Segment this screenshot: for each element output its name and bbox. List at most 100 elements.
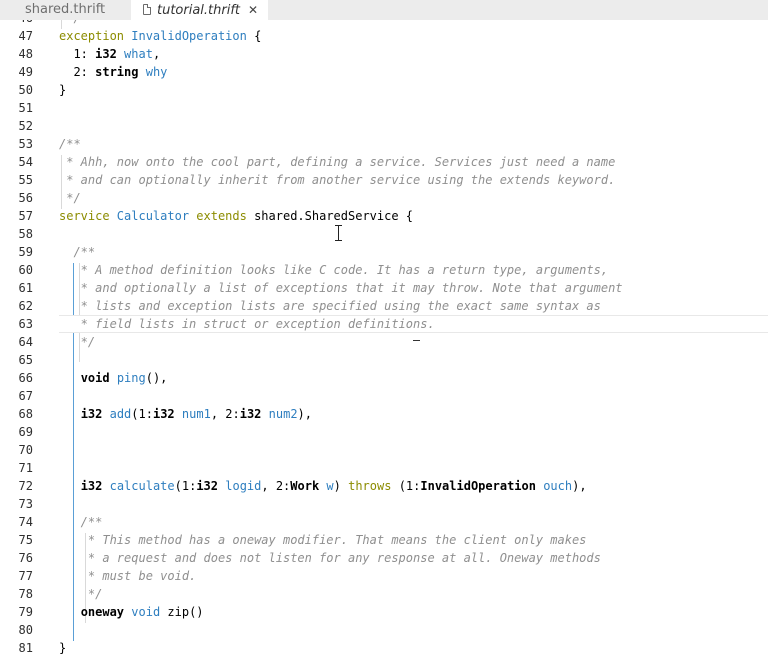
code-token: void bbox=[80, 371, 110, 385]
code-token: why bbox=[145, 65, 168, 79]
code-line[interactable]: 49 2: string why bbox=[0, 63, 768, 81]
code-token: i32 bbox=[95, 47, 117, 61]
code-token: shared.SharedService { bbox=[254, 209, 414, 223]
line-number: 63 bbox=[18, 317, 33, 331]
line-number: 46 bbox=[0, 20, 33, 27]
code-line[interactable]: 55 * and can optionally inherit from ano… bbox=[0, 171, 768, 189]
line-number: 57 bbox=[18, 209, 33, 223]
code-text: } bbox=[59, 81, 66, 99]
code-line[interactable]: 76 * a request and does not listen for a… bbox=[0, 549, 768, 567]
code-line[interactable]: 57 service Calculator extends shared.Shar… bbox=[0, 207, 768, 225]
code-token: */ bbox=[59, 20, 80, 25]
code-token: * must be void. bbox=[59, 569, 197, 583]
line-number: 67 bbox=[18, 389, 33, 403]
code-line[interactable]: 79 oneway void zip() bbox=[0, 603, 768, 621]
code-line[interactable]: 58 bbox=[0, 225, 768, 243]
code-text: oneway void zip() bbox=[59, 603, 204, 621]
code-token: */ bbox=[59, 191, 81, 205]
code-token: * A method definition looks like C code.… bbox=[59, 263, 609, 277]
code-token: * lists and exception lists are specifie… bbox=[59, 299, 601, 313]
code-token: /** bbox=[59, 137, 81, 151]
text-caret bbox=[413, 340, 420, 341]
code-line[interactable]: 81} bbox=[0, 639, 768, 657]
code-text: * a request and does not listen for any … bbox=[59, 549, 601, 567]
code-text: } bbox=[59, 639, 66, 657]
code-line[interactable]: 71 bbox=[0, 459, 768, 477]
code-token: 1: bbox=[59, 47, 96, 61]
code-line[interactable]: 53 /** bbox=[0, 135, 768, 153]
line-number: 47 bbox=[18, 29, 33, 43]
code-line[interactable]: 48 1: i32 what, bbox=[0, 45, 768, 63]
code-line[interactable]: 77 * must be void. bbox=[0, 567, 768, 585]
code-line[interactable]: 60 * A method definition looks like C co… bbox=[0, 261, 768, 279]
code-text: exception InvalidOperation { bbox=[59, 27, 261, 45]
code-token: Work bbox=[290, 479, 320, 493]
tab-tutorial-thrift[interactable]: tutorial.thrift ✕ bbox=[131, 0, 268, 20]
code-token: num2 bbox=[268, 407, 298, 421]
code-line[interactable]: 78 */ bbox=[0, 585, 768, 603]
code-line[interactable]: 69 bbox=[0, 423, 768, 441]
code-line[interactable]: 70 bbox=[0, 441, 768, 459]
code-text: /** bbox=[59, 135, 81, 153]
code-line[interactable]: 65 bbox=[0, 351, 768, 369]
tab-shared-thrift[interactable]: shared.thrift bbox=[0, 0, 131, 20]
code-line[interactable]: 50} bbox=[0, 81, 768, 99]
close-icon[interactable]: ✕ bbox=[248, 0, 258, 20]
code-token: extends bbox=[189, 209, 255, 223]
code-line[interactable]: 63 * field lists in struct or exception … bbox=[0, 315, 768, 333]
code-text: i32 calculate(1:i32 logid, 2:Work w) thr… bbox=[59, 477, 587, 495]
code-token: throws bbox=[348, 479, 392, 493]
code-line[interactable]: 46 */ bbox=[0, 20, 768, 27]
code-line[interactable]: 66 void ping(), bbox=[0, 369, 768, 387]
code-text: void ping(), bbox=[59, 369, 168, 387]
line-number: 59 bbox=[18, 245, 33, 259]
code-editor[interactable]: 46 */ 47 exception InvalidOperation {48 1:… bbox=[0, 20, 768, 666]
line-number: 75 bbox=[18, 533, 33, 547]
code-line[interactable]: 47 exception InvalidOperation { bbox=[0, 27, 768, 45]
line-number: 69 bbox=[18, 425, 33, 439]
code-line[interactable]: 61 * and optionally a list of exceptions… bbox=[0, 279, 768, 297]
code-token: , bbox=[152, 47, 161, 61]
code-text: * and optionally a list of exceptions th… bbox=[59, 279, 623, 297]
code-text: */ bbox=[59, 20, 80, 27]
code-line[interactable]: 80 bbox=[0, 621, 768, 639]
code-line[interactable]: 75 * This method has a oneway modifier. … bbox=[0, 531, 768, 549]
code-token: service bbox=[59, 209, 117, 223]
code-line[interactable]: 56 */ bbox=[0, 189, 768, 207]
code-token: * Ahh, now onto the cool part, defining … bbox=[59, 155, 616, 169]
code-line[interactable]: 64 */ bbox=[0, 333, 768, 351]
tab-label: shared.thrift bbox=[25, 2, 106, 17]
code-text: * This method has a oneway modifier. Tha… bbox=[59, 531, 587, 549]
code-token: /** bbox=[59, 515, 103, 529]
code-text: i32 add(1:i32 num1, 2:i32 num2), bbox=[59, 405, 312, 423]
code-line[interactable]: 62 * lists and exception lists are speci… bbox=[0, 297, 768, 315]
code-line[interactable]: 73 bbox=[0, 495, 768, 513]
code-token: , 2: bbox=[261, 479, 291, 493]
code-line[interactable]: 52 bbox=[0, 117, 768, 135]
code-line[interactable]: 59 /** bbox=[0, 243, 768, 261]
code-line[interactable]: 74 /** bbox=[0, 513, 768, 531]
code-token: exception bbox=[59, 29, 132, 43]
code-text: */ bbox=[59, 189, 81, 207]
code-token: i32 bbox=[80, 407, 103, 421]
code-line[interactable]: 72 i32 calculate(1:i32 logid, 2:Work w) … bbox=[0, 477, 768, 495]
code-token: , 2: bbox=[210, 407, 240, 421]
code-line[interactable]: 51 bbox=[0, 99, 768, 117]
line-number: 64 bbox=[18, 335, 33, 349]
code-token: * and optionally a list of exceptions th… bbox=[59, 281, 623, 295]
code-line[interactable]: 54 * Ahh, now onto the cool part, defini… bbox=[0, 153, 768, 171]
code-line[interactable]: 68 i32 add(1:i32 num1, 2:i32 num2), bbox=[0, 405, 768, 423]
code-token: i32 bbox=[152, 407, 175, 421]
code-line[interactable]: 67 bbox=[0, 387, 768, 405]
editor-window: shared.thrift tutorial.thrift ✕ 46 */ 47 ex… bbox=[0, 0, 768, 666]
line-number: 66 bbox=[18, 371, 33, 385]
code-text: */ bbox=[59, 333, 95, 351]
